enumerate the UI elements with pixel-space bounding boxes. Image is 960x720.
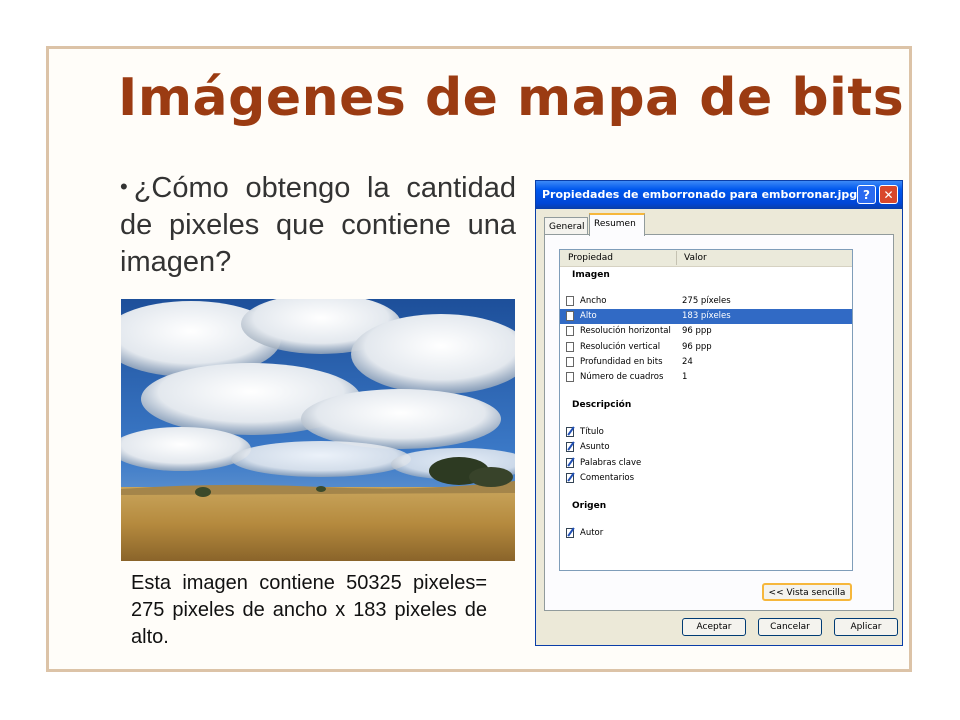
edit-icon [566, 528, 574, 538]
property-row-alto[interactable]: Alto 183 píxeles [560, 309, 852, 324]
property-row-titulo[interactable]: Título [560, 425, 852, 440]
property-name: Asunto [580, 442, 610, 452]
file-icon [566, 357, 574, 367]
property-value: 1 [682, 372, 688, 382]
bullet-text: ¿Cómo obtengo la cantidad de pixeles que… [120, 172, 516, 278]
tab-general[interactable]: General [544, 217, 588, 235]
property-name: Resolución vertical [580, 342, 661, 352]
property-name: Comentarios [580, 473, 635, 483]
property-row-asunto[interactable]: Asunto [560, 440, 852, 455]
close-button[interactable]: ✕ [879, 185, 898, 204]
bullet-dot-icon: • [120, 174, 128, 199]
property-row-comentarios[interactable]: Comentarios [560, 471, 852, 486]
property-name: Ancho [580, 296, 607, 306]
column-divider[interactable] [676, 251, 677, 265]
property-value: 96 ppp [682, 342, 712, 352]
property-value: 183 píxeles [682, 311, 731, 321]
apply-button[interactable]: Aplicar [834, 618, 898, 636]
file-icon [566, 326, 574, 336]
property-name: Autor [580, 528, 604, 538]
property-row-resolucion-horizontal[interactable]: Resolución horizontal 96 ppp [560, 324, 852, 339]
list-header: Propiedad Valor [560, 250, 852, 267]
property-row-autor[interactable]: Autor [560, 526, 852, 541]
property-row-palabras-clave[interactable]: Palabras clave [560, 456, 852, 471]
slide-title: Imágenes de mapa de bits [118, 68, 905, 128]
property-name: Resolución horizontal [580, 326, 671, 336]
edit-icon [566, 473, 574, 483]
photo-caption: Esta imagen contiene 50325 pixeles= 275 … [131, 572, 487, 648]
cancel-button[interactable]: Cancelar [758, 618, 822, 636]
file-icon [566, 372, 574, 382]
tab-panel: Propiedad Valor Imagen Ancho 275 píxeles … [544, 234, 894, 611]
edit-icon [566, 427, 574, 437]
column-header-propiedad[interactable]: Propiedad [568, 250, 613, 266]
property-row-resolucion-vertical[interactable]: Resolución vertical 96 ppp [560, 340, 852, 355]
property-name: Título [580, 427, 604, 437]
section-descripcion: Descripción [572, 400, 632, 410]
property-name: Número de cuadros [580, 372, 664, 382]
property-name: Palabras clave [580, 458, 642, 468]
property-list[interactable]: Propiedad Valor Imagen Ancho 275 píxeles … [559, 249, 853, 571]
property-row-cuadros[interactable]: Número de cuadros 1 [560, 370, 852, 385]
property-name: Alto [580, 311, 597, 321]
property-row-profundidad[interactable]: Profundidad en bits 24 [560, 355, 852, 370]
property-value: 24 [682, 357, 693, 367]
landscape-photo [121, 299, 515, 561]
property-name: Profundidad en bits [580, 357, 663, 367]
accept-button[interactable]: Aceptar [682, 618, 746, 636]
file-icon [566, 342, 574, 352]
column-header-valor[interactable]: Valor [684, 250, 707, 266]
help-button[interactable]: ? [857, 185, 876, 204]
dialog-titlebar[interactable]: Propiedades de emborronado para emborron… [536, 181, 902, 209]
property-value: 275 píxeles [682, 296, 731, 306]
file-icon [566, 311, 574, 321]
tab-resumen[interactable]: Resumen [589, 213, 645, 236]
file-icon [566, 296, 574, 306]
property-row-ancho[interactable]: Ancho 275 píxeles [560, 294, 852, 309]
edit-icon [566, 442, 574, 452]
dialog-title: Propiedades de emborronado para emborron… [542, 188, 858, 201]
property-value: 96 ppp [682, 326, 712, 336]
section-origen: Origen [572, 501, 607, 511]
section-imagen: Imagen [572, 270, 610, 280]
simple-view-button[interactable]: << Vista sencilla [762, 583, 852, 601]
landscape-photo-image [121, 299, 515, 561]
edit-icon [566, 458, 574, 468]
bullet-question: • ¿Cómo obtengo la cantidad de pixeles qu… [120, 168, 516, 281]
properties-dialog: Propiedades de emborronado para emborron… [535, 180, 903, 646]
